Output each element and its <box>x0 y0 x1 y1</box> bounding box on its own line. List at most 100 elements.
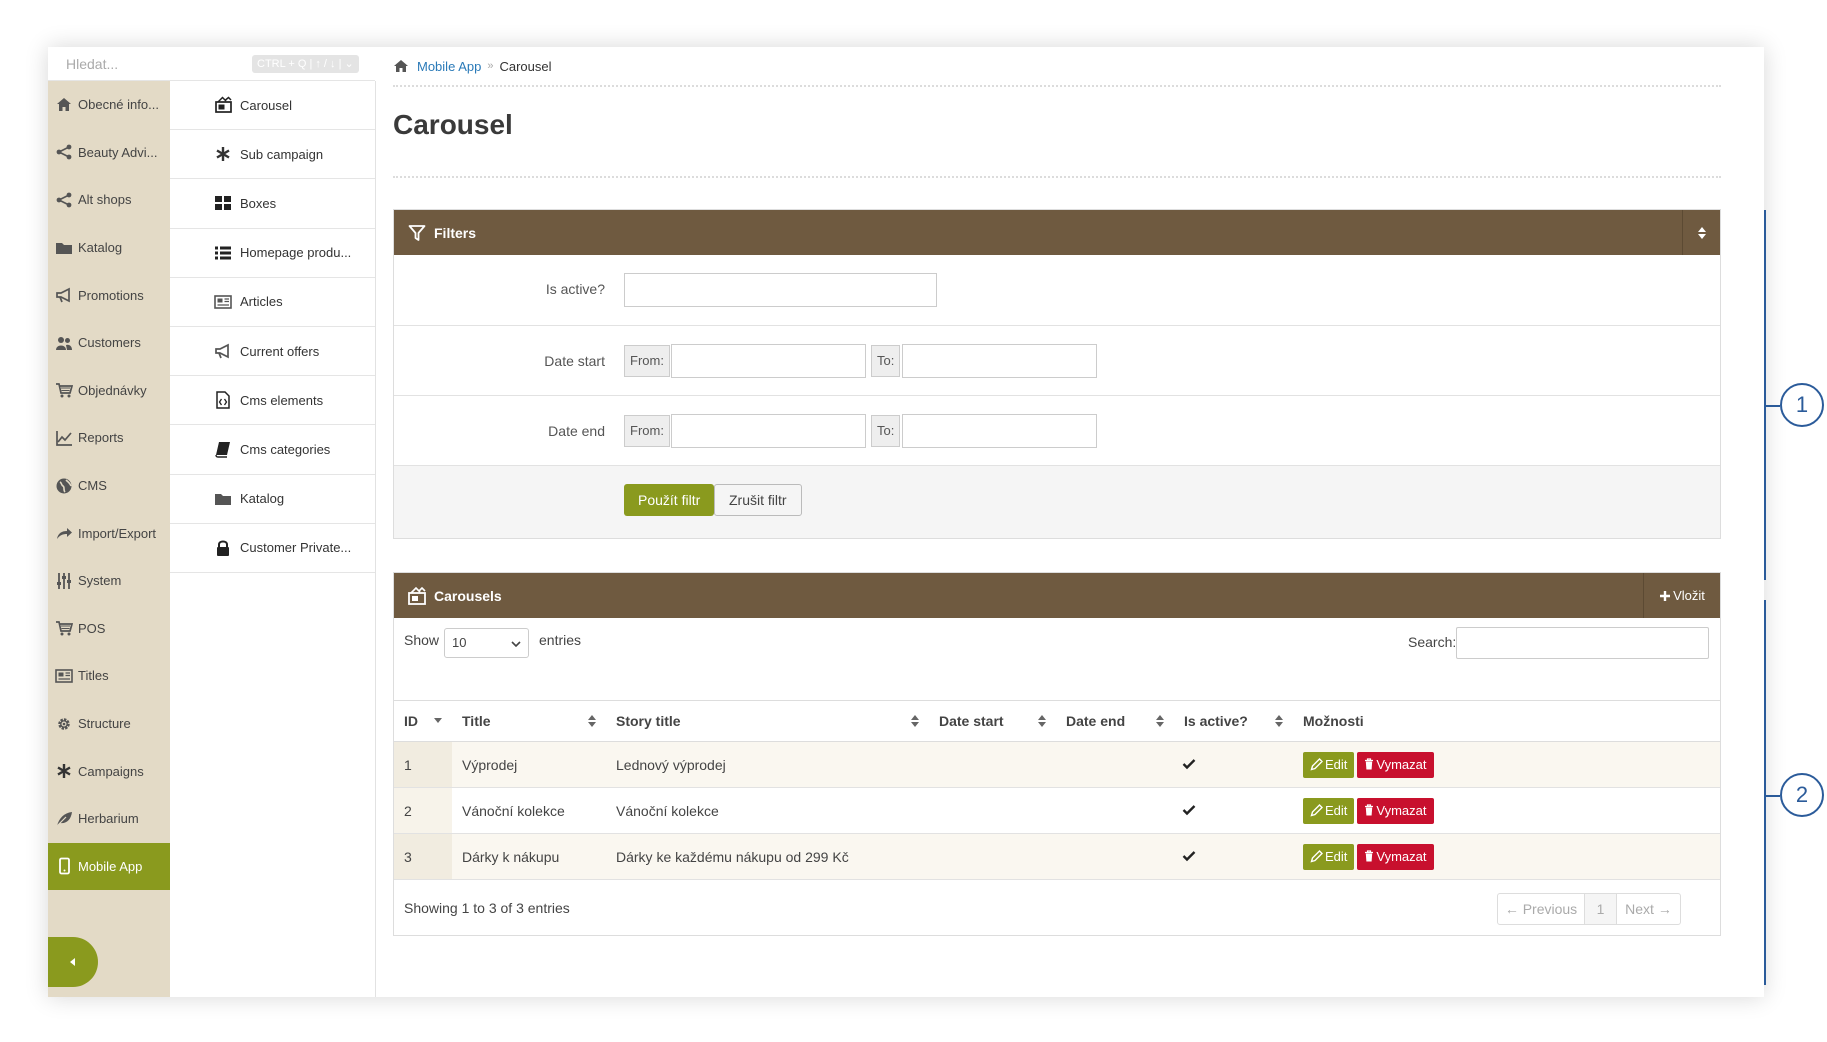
submenu-item-articles[interactable]: Articles <box>170 278 375 327</box>
cell-id: 1 <box>394 741 452 788</box>
sidebar-item-cms[interactable]: CMS <box>48 462 170 510</box>
sidebar-item-label: System <box>78 573 122 589</box>
previous-page-button[interactable]: ← Previous <box>1497 893 1585 925</box>
date-end-from-field[interactable] <box>671 414 866 448</box>
cell-title: Výprodej <box>452 741 606 788</box>
pencil-icon <box>1310 803 1323 817</box>
sidebar-item-pos[interactable]: POS <box>48 605 170 653</box>
edit-button[interactable]: Edit <box>1303 843 1355 870</box>
edit-button[interactable]: Edit <box>1303 751 1355 778</box>
column-header-label: Is active? <box>1184 713 1248 729</box>
column-header-id[interactable]: ID <box>394 700 452 742</box>
next-page-button[interactable]: Next → <box>1616 893 1681 925</box>
submenu-item-homepage-produ[interactable]: Homepage produ... <box>170 229 375 278</box>
home-icon[interactable] <box>393 59 409 73</box>
date-end-label: Date end <box>548 423 605 439</box>
sidebar-item-alt-shops[interactable]: Alt shops <box>48 176 170 224</box>
sidebar-item-mobile-app[interactable]: Mobile App <box>48 842 170 891</box>
collapse-sidebar-button[interactable] <box>48 937 98 987</box>
plus-icon <box>1660 590 1671 601</box>
add-carousel-button[interactable]: Vložit <box>1643 573 1720 618</box>
sidebar-item-herbarium[interactable]: Herbarium <box>48 795 170 843</box>
page-size-select[interactable]: 10 <box>444 628 529 658</box>
apply-filter-button[interactable]: Použít filtr <box>624 484 715 516</box>
divider <box>393 176 1721 178</box>
sidebar-item-label: Obecné info... <box>78 97 159 113</box>
cancel-filter-button[interactable]: Zrušit filtr <box>714 484 802 516</box>
callout-connector-2 <box>1764 795 1780 797</box>
sort-icon <box>911 715 919 727</box>
page-title: Carousel <box>393 109 513 140</box>
sort-icon <box>588 715 596 727</box>
sliders-icon <box>54 571 74 591</box>
sidebar-item-objednávky[interactable]: Objednávky <box>48 367 170 415</box>
submenu-item-katalog[interactable]: Katalog <box>170 475 375 524</box>
column-header-date-start[interactable]: Date start <box>929 700 1056 742</box>
sidebar-item-campaigns[interactable]: Campaigns <box>48 747 170 795</box>
column-header-title[interactable]: Title <box>452 700 606 742</box>
sidebar-item-reports[interactable]: Reports <box>48 414 170 462</box>
submenu-item-sub-campaign[interactable]: Sub campaign <box>170 130 375 180</box>
sidebar-item-label: CMS <box>78 478 107 494</box>
sort-icon <box>1697 226 1706 239</box>
submenu-item-label: Katalog <box>240 491 285 507</box>
column-header-mo-nosti: Možnosti <box>1293 700 1720 742</box>
breadcrumb-link-mobile-app[interactable]: Mobile App <box>417 59 481 74</box>
sidebar-item-titles[interactable]: Titles <box>48 652 170 700</box>
cell-title: Dárky k nákupu <box>452 833 606 880</box>
submenu-item-cms-elements[interactable]: Cms elements <box>170 376 375 426</box>
delete-button[interactable]: Vymazat <box>1357 843 1434 870</box>
submenu-item-customer-private[interactable]: Customer Private... <box>170 524 375 573</box>
cell-story-title: Dárky ke každému nákupu od 299 Kč <box>606 833 929 880</box>
breadcrumb-current: Carousel <box>499 58 552 74</box>
globe-icon <box>54 476 74 496</box>
date-start-from-field[interactable] <box>671 344 866 378</box>
column-header-date-end[interactable]: Date end <box>1056 700 1174 742</box>
megaphone-icon <box>54 285 74 305</box>
toggle-filters-button[interactable] <box>1682 210 1720 255</box>
carousel-icon <box>406 585 428 607</box>
page-1-button[interactable]: 1 <box>1584 893 1617 925</box>
sidebar-item-import-export[interactable]: Import/Export <box>48 509 170 557</box>
edit-button[interactable]: Edit <box>1303 797 1355 824</box>
delete-label: Vymazat <box>1376 848 1427 864</box>
sidebar-item-label: Import/Export <box>78 525 157 541</box>
folder-icon <box>54 238 74 258</box>
submenu-item-current-offers[interactable]: Current offers <box>170 327 375 377</box>
sidebar-item-structure[interactable]: Structure <box>48 700 170 748</box>
cell-actions: Edit Vymazat <box>1293 787 1720 834</box>
column-header-is-active[interactable]: Is active? <box>1174 700 1293 742</box>
is-active-field[interactable] <box>624 273 937 307</box>
date-start-to-field[interactable] <box>902 344 1097 378</box>
file-code-icon <box>213 391 233 409</box>
delete-button[interactable]: Vymazat <box>1357 797 1434 824</box>
sidebar-item-label: POS <box>78 620 106 636</box>
date-end-to-field[interactable] <box>902 414 1097 448</box>
callout-2: 2 <box>1780 773 1824 817</box>
sidebar-item-katalog[interactable]: Katalog <box>48 224 170 272</box>
submenu-item-boxes[interactable]: Boxes <box>170 179 375 229</box>
table-body: 1 Výprodej Lednový výprodej Edit Vymazat 2 Ván… <box>394 741 1720 880</box>
edit-label: Edit <box>1325 756 1348 772</box>
submenu-item-carousel[interactable]: Carousel <box>170 81 375 131</box>
global-search-input[interactable] <box>66 53 246 75</box>
column-header-label: Možnosti <box>1303 713 1364 729</box>
column-header-story-title[interactable]: Story title <box>606 700 929 742</box>
submenu-item-cms-categories[interactable]: Cms categories <box>170 425 375 475</box>
carousels-panel: Carousels Vložit Show 10 entries Search:… <box>393 572 1721 936</box>
table-search-input[interactable] <box>1456 627 1709 659</box>
sidebar-item-system[interactable]: System <box>48 557 170 605</box>
sidebar-item-promotions[interactable]: Promotions <box>48 271 170 319</box>
sidebar-item-obecné-info[interactable]: Obecné info... <box>48 81 170 129</box>
add-label: Vložit <box>1673 588 1705 603</box>
delete-button[interactable]: Vymazat <box>1357 751 1434 778</box>
date-start-label: Date start <box>544 353 605 369</box>
users-icon <box>54 333 74 353</box>
app-window: Obecné info... Beauty Advi... Alt shops Kat… <box>48 47 1764 997</box>
search-label: Search: <box>1408 634 1457 650</box>
trash-icon <box>1364 849 1374 862</box>
sidebar-item-beauty-advi[interactable]: Beauty Advi... <box>48 129 170 177</box>
sidebar-item-customers[interactable]: Customers <box>48 319 170 367</box>
filter-actions: Použít filtr Zrušit filtr <box>394 466 1720 538</box>
column-header-label: Date end <box>1066 713 1126 729</box>
